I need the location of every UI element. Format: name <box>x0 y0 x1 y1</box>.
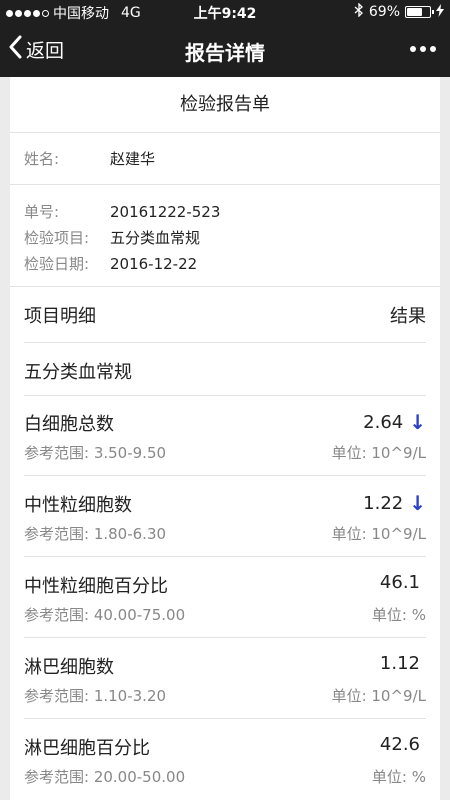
status-bar: 中国移动 4G 上午9:42 69% <box>0 0 450 24</box>
reference-range: 参考范围: 1.80-6.30 <box>24 525 167 543</box>
name-value: 赵建华 <box>110 150 156 168</box>
reference-range: 参考范围: 40.00-75.00 <box>24 606 186 624</box>
report-card: 检验报告单 姓名: 赵建华 单号: 20161222-523 检验项目: 五分类血常规… <box>10 77 440 800</box>
divider <box>10 184 440 185</box>
order-row: 单号: 20161222-523 <box>24 201 220 222</box>
patient-name-row: 姓名: 赵建华 <box>24 148 155 169</box>
order-label: 单号: <box>24 203 60 221</box>
divider <box>24 475 426 476</box>
test-result: 42.6 <box>379 734 420 755</box>
battery-icon <box>405 6 434 18</box>
test-name: 淋巴细胞数 <box>24 657 114 678</box>
battery-percent: 69% <box>368 4 400 20</box>
low-arrow-icon: ↓ <box>409 491 426 515</box>
unit-label: 单位: % <box>371 768 426 786</box>
test-item-row: 检验项目: 五分类血常规 <box>24 227 200 248</box>
unit-label: 单位: % <box>371 606 426 624</box>
test-name: 中性粒细胞百分比 <box>24 576 168 597</box>
test-value: 42.6 <box>380 734 426 755</box>
test-value: 2.64 ↓ <box>363 410 426 434</box>
result-row: 中性粒细胞数 1.22 ↓ 参考范围: 1.80-6.30 单位: 10^9/L <box>10 477 440 557</box>
test-name: 白细胞总数 <box>24 414 114 435</box>
page-title: 报告详情 <box>185 41 265 65</box>
order-value: 20161222-523 <box>110 203 221 221</box>
result-row: 白细胞总数 2.64 ↓ 参考范围: 3.50-9.50 单位: 10^9/L <box>10 396 440 476</box>
result-row: 中性粒细胞百分比 46.1 参考范围: 40.00-75.00 单位: % <box>10 558 440 638</box>
low-arrow-icon: ↓ <box>409 410 426 434</box>
test-value: 46.1 <box>380 572 426 593</box>
unit-label: 单位: 10^9/L <box>331 525 426 543</box>
test-date-value: 2016-12-22 <box>110 255 198 273</box>
divider <box>24 718 426 719</box>
charging-bolt-icon <box>436 3 444 21</box>
divider <box>24 637 426 638</box>
reference-range: 参考范围: 3.50-9.50 <box>24 444 167 462</box>
test-result: 46.1 <box>379 572 420 593</box>
test-item-label: 检验项目: <box>24 229 90 247</box>
name-label: 姓名: <box>24 150 60 168</box>
reference-range: 参考范围: 20.00-50.00 <box>24 768 186 786</box>
result-row: 淋巴细胞百分比 42.6 参考范围: 20.00-50.00 单位: % <box>10 720 440 800</box>
result-row: 淋巴细胞数 1.12 参考范围: 1.10-3.20 单位: 10^9/L <box>10 639 440 719</box>
test-value: 1.12 <box>380 653 426 674</box>
nav-bar: 返回 报告详情 <box>0 24 450 77</box>
divider <box>24 342 426 343</box>
battery-level <box>407 8 423 16</box>
test-item-value: 五分类血常规 <box>110 229 201 247</box>
divider <box>24 556 426 557</box>
bluetooth-icon <box>354 2 364 21</box>
test-name: 淋巴细胞百分比 <box>24 738 150 759</box>
more-dots-icon[interactable] <box>410 46 436 52</box>
divider <box>10 286 440 287</box>
test-value: 1.22 ↓ <box>363 491 426 515</box>
test-date-row: 检验日期: 2016-12-22 <box>24 253 197 274</box>
column-header-result: 结果 <box>390 306 426 327</box>
unit-label: 单位: 10^9/L <box>331 687 426 705</box>
status-right: 69% <box>354 2 444 21</box>
group-title: 五分类血常规 <box>24 362 132 383</box>
reference-range: 参考范围: 1.10-3.20 <box>24 687 167 705</box>
report-title: 检验报告单 <box>10 77 440 133</box>
test-date-label: 检验日期: <box>24 255 90 273</box>
test-result: 1.12 <box>379 653 420 674</box>
unit-label: 单位: 10^9/L <box>331 444 426 462</box>
test-name: 中性粒细胞数 <box>24 495 132 516</box>
test-result: 1.22 <box>363 492 404 514</box>
column-header-item: 项目明细 <box>24 306 96 327</box>
test-result: 2.64 <box>363 411 404 433</box>
